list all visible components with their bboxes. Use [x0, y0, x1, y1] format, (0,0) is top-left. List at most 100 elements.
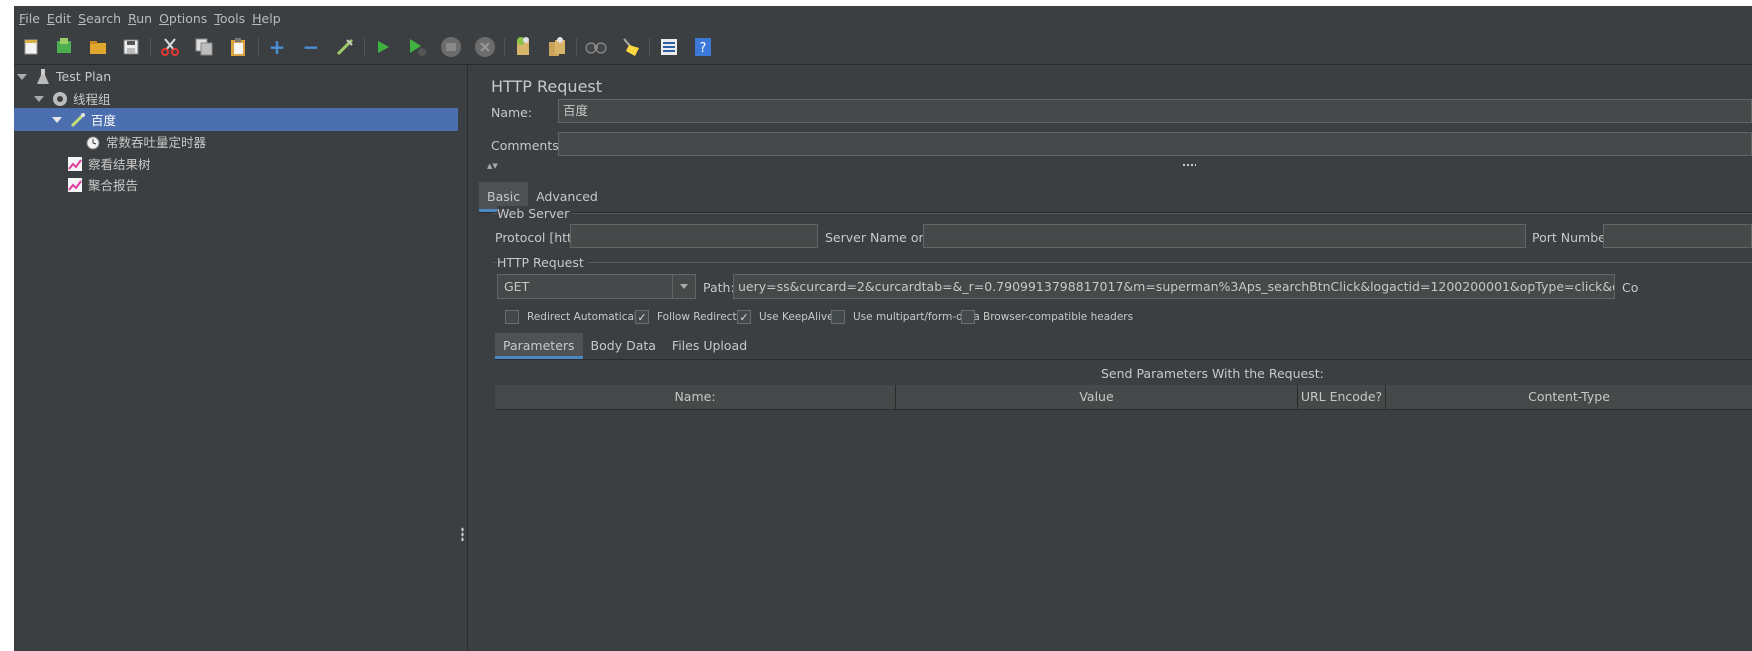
tab-files-upload[interactable]: Files Upload [664, 333, 755, 359]
flask-icon [35, 68, 51, 85]
tab-parameters[interactable]: Parameters [495, 333, 583, 359]
start-no-pause-icon[interactable] [405, 35, 429, 59]
checkbox-label: Use KeepAlive [759, 311, 834, 323]
chevron-down-icon[interactable] [34, 95, 44, 102]
jmeter-window: File Edit Search Run Options Tools Help … [14, 6, 1752, 651]
svg-text:?: ? [700, 41, 707, 56]
search-icon[interactable] [584, 35, 608, 59]
web-server-border [493, 213, 1752, 214]
shutdown-icon[interactable] [473, 35, 497, 59]
http-request-border [493, 262, 1752, 263]
checkbox-label: Redirect Automatically [527, 311, 646, 323]
redirect-automatically-checkbox[interactable]: Redirect Automatically [505, 310, 646, 324]
column-content-type[interactable]: Content-Type [1386, 385, 1752, 409]
tree-item-label: 常数吞吐量定时器 [106, 135, 207, 150]
resize-handle-icon[interactable] [1182, 163, 1196, 167]
check-icon[interactable]: ✓ [737, 310, 751, 324]
timer-icon [85, 134, 101, 150]
expand-icon[interactable]: + [265, 35, 289, 59]
menu-options[interactable]: Options [159, 11, 207, 26]
menu-bar: File Edit Search Run Options Tools Help [14, 6, 1752, 30]
listener-icon [67, 177, 83, 193]
menu-file[interactable]: File [19, 11, 40, 26]
sampler-icon [70, 112, 86, 128]
tree-item-thread-group[interactable]: 线程组 [14, 87, 458, 110]
follow-redirects-checkbox[interactable]: ✓ Follow Redirects [635, 310, 742, 324]
comments-field[interactable] [558, 132, 1752, 156]
server-name-field[interactable] [923, 224, 1526, 248]
open-icon[interactable] [86, 35, 110, 59]
cut-icon[interactable] [158, 35, 182, 59]
check-icon[interactable]: ✓ [635, 310, 649, 324]
parameters-table-header: Name: Value URL Encode? Content-Type [495, 385, 1752, 410]
name-label: Name: [491, 105, 533, 120]
tree-item-view-results-tree[interactable]: 察看结果树 [14, 152, 458, 175]
test-plan-tree: Test Plan 线程组 百度 常数吞吐量定时器 察看结果树 聚合报告 [14, 65, 459, 651]
help-icon[interactable]: ? [691, 35, 715, 59]
paste-icon[interactable] [226, 35, 250, 59]
column-url-encode[interactable]: URL Encode? [1298, 385, 1386, 409]
name-field[interactable]: 百度 [558, 99, 1752, 123]
path-label: Path: [703, 280, 735, 295]
chevron-down-icon[interactable] [52, 116, 62, 123]
checkbox-box[interactable] [831, 310, 845, 324]
reset-search-icon[interactable] [618, 35, 642, 59]
method-value: GET [504, 279, 530, 294]
web-server-title: Web Server [497, 206, 574, 221]
checkbox-box[interactable] [505, 310, 519, 324]
http-request-group-title: HTTP Request [497, 255, 588, 270]
menu-help[interactable]: Help [252, 11, 281, 26]
split-pane-divider[interactable] [458, 65, 468, 651]
tree-item-test-plan[interactable]: Test Plan [14, 65, 458, 88]
tab-body-data[interactable]: Body Data [583, 333, 664, 359]
tree-item-timer[interactable]: 常数吞吐量定时器 [14, 130, 458, 153]
toggle-icon[interactable] [333, 35, 357, 59]
copy-icon[interactable] [192, 35, 216, 59]
clear-icon[interactable] [511, 35, 535, 59]
templates-icon[interactable] [52, 35, 76, 59]
port-number-field[interactable] [1603, 224, 1752, 248]
start-icon[interactable] [371, 35, 395, 59]
http-request-panel: HTTP Request Name: 百度 Comments: ▲▼ Basic… [469, 65, 1752, 651]
method-select[interactable]: GET [497, 274, 696, 299]
drag-handle-icon[interactable] [461, 527, 464, 541]
chevron-down-icon[interactable] [672, 275, 695, 298]
function-helper-icon[interactable] [657, 35, 681, 59]
checkbox-label: Browser-compatible headers [983, 311, 1134, 323]
listener-icon [67, 156, 83, 172]
checkbox-label: Follow Redirects [657, 311, 743, 323]
use-keepalive-checkbox[interactable]: ✓ Use KeepAlive [737, 310, 834, 324]
panel-title: HTTP Request [491, 77, 603, 96]
parameters-title: Send Parameters With the Request: [1101, 366, 1324, 381]
tree-item-label: 聚合报告 [88, 178, 139, 193]
tree-item-baidu[interactable]: 百度 [14, 108, 458, 131]
parameter-tabs: Parameters Body Data Files Upload [495, 333, 1752, 360]
protocol-field[interactable] [570, 224, 818, 248]
path-field[interactable]: uery=ss&curcard=2&curcardtab=&_r=0.79099… [733, 274, 1615, 299]
save-icon[interactable] [119, 35, 143, 59]
content-encoding-label: Co [1622, 280, 1639, 295]
tree-item-label: 线程组 [73, 92, 111, 107]
tree-item-label: 察看结果树 [88, 157, 151, 172]
browser-compatible-headers-checkbox[interactable]: Browser-compatible headers [961, 310, 1133, 324]
menu-tools[interactable]: Tools [214, 11, 245, 26]
gear-icon [52, 91, 68, 107]
stop-icon[interactable] [439, 35, 463, 59]
tree-item-aggregate-report[interactable]: 聚合报告 [14, 173, 458, 196]
collapse-arrows-icon[interactable]: ▲▼ [487, 162, 498, 170]
collapse-icon[interactable]: − [299, 35, 323, 59]
chevron-down-icon[interactable] [17, 73, 27, 80]
checkbox-box[interactable] [961, 310, 975, 324]
column-name[interactable]: Name: [495, 385, 896, 409]
menu-run[interactable]: Run [128, 11, 152, 26]
toolbar: + − ? [14, 30, 1752, 65]
tree-item-label: Test Plan [56, 69, 112, 84]
menu-edit[interactable]: Edit [47, 11, 71, 26]
comments-label: Comments: [491, 138, 563, 153]
new-icon[interactable] [19, 35, 43, 59]
menu-search[interactable]: Search [78, 11, 121, 26]
config-tabs: Basic Advanced [479, 182, 1752, 213]
column-value[interactable]: Value [896, 385, 1298, 409]
use-multipart-checkbox[interactable]: Use multipart/form-data [831, 310, 980, 324]
clear-all-icon[interactable] [545, 35, 569, 59]
